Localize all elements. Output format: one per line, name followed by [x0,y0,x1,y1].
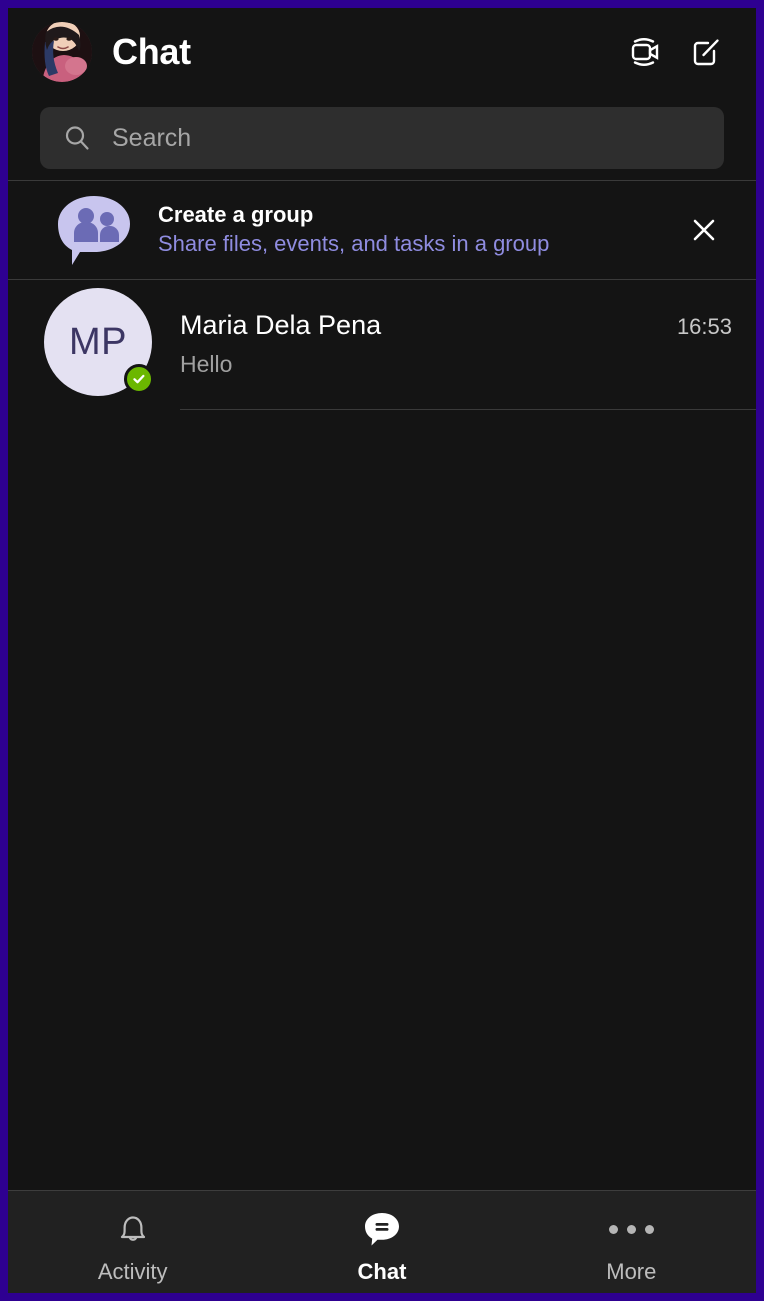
chat-message-preview: Hello [180,351,233,377]
chat-contact-name: Maria Dela Pena [180,310,382,340]
chat-list: MP Maria Dela Pena 16:53 Hello [8,280,756,1190]
create-group-icon [58,196,130,265]
app-header: Chat [8,8,756,96]
nav-item-more[interactable]: More [507,1191,756,1293]
page-title: Chat [112,31,191,72]
search-zone: Search [8,96,756,180]
search-placeholder: Search [112,123,192,152]
chat-item-body: Maria Dela Pena 16:53 Hello [180,280,756,410]
banner-text: Create a group Share files, events, and … [158,201,676,259]
create-group-icon-wrap [52,194,136,266]
chat-timestamp: 16:53 [676,314,732,339]
banner-subtitle: Share files, events, and tasks in a grou… [158,231,550,256]
bell-icon-wrap [112,1205,154,1253]
more-dots-icon-wrap [608,1205,654,1253]
more-dots-icon [608,1224,654,1234]
chat-app-window: Chat Search Create a group Share files, … [8,8,756,1293]
chat-bubble-icon-wrap [360,1205,404,1253]
user-profile-photo [32,22,92,82]
chat-avatar: MP [44,288,154,396]
new-chat-icon [693,39,719,66]
list-divider [180,409,756,410]
nav-label-activity: Activity [97,1259,168,1284]
create-group-banner[interactable]: Create a group Share files, events, and … [8,181,756,279]
close-banner-button[interactable] [676,202,732,258]
chat-item-header-row: Maria Dela Pena 16:53 [180,310,756,341]
nav-label-more: More [606,1259,657,1284]
chat-list-item[interactable]: MP Maria Dela Pena 16:53 Hello [8,280,756,410]
meet-now-button[interactable] [618,26,670,78]
chat-bubble-icon [364,1213,399,1246]
close-icon [693,219,715,241]
check-icon [133,374,145,384]
banner-title: Create a group [158,202,314,227]
avatar[interactable] [32,22,92,82]
bell-icon [120,1216,145,1241]
bottom-navigation: Activity Chat More [8,1190,756,1293]
nav-label-chat: Chat [357,1259,407,1284]
search-input[interactable]: Search [40,107,724,169]
meet-now-icon [631,38,659,66]
nav-item-chat[interactable]: Chat [257,1191,506,1293]
presence-badge-available [124,364,154,394]
nav-item-activity[interactable]: Activity [8,1191,257,1293]
new-chat-button[interactable] [680,26,732,78]
search-icon [65,126,89,150]
